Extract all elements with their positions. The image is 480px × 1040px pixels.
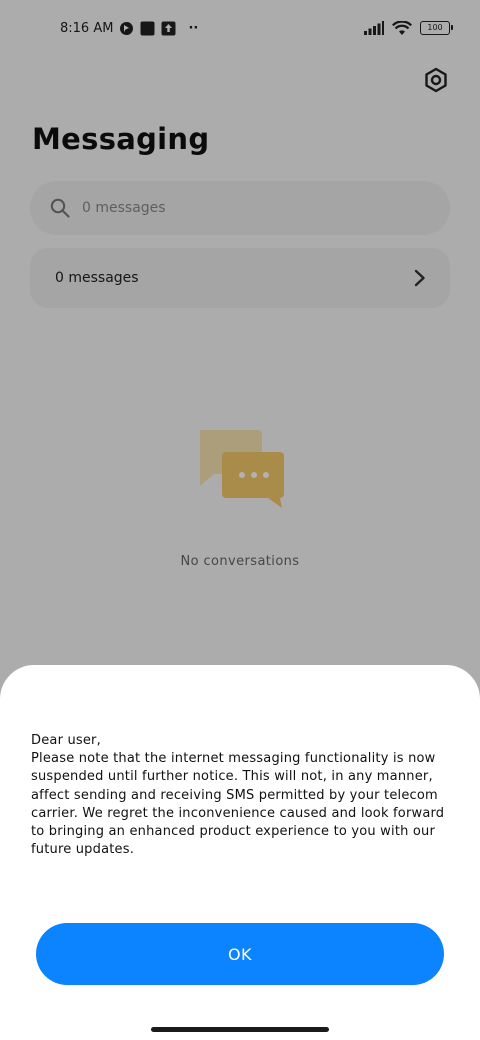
ok-button[interactable]: OK bbox=[36, 923, 444, 985]
notice-dialog: Dear user, Please note that the internet… bbox=[0, 665, 480, 1040]
home-indicator[interactable] bbox=[151, 1027, 329, 1032]
messaging-screen: 8:16 AM ·· 100 Messaging 0 messages 0 me… bbox=[0, 0, 480, 1040]
notice-message: Dear user, Please note that the internet… bbox=[31, 733, 445, 858]
